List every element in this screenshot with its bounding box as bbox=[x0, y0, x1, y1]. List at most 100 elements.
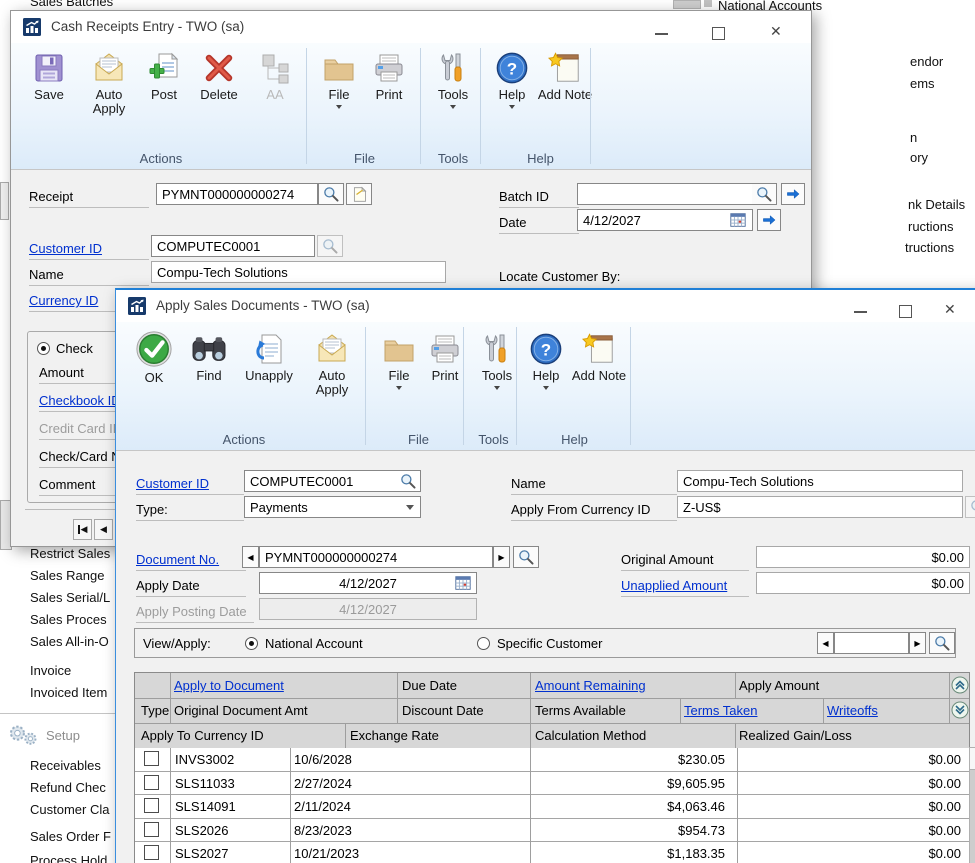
print-button[interactable]: Print bbox=[363, 51, 415, 102]
row-checkbox[interactable] bbox=[144, 845, 159, 860]
bg-setup-4[interactable]: Process Hold bbox=[30, 853, 107, 863]
bg-setup-2[interactable]: Customer Cla bbox=[30, 802, 109, 817]
national-account-radio-row[interactable]: National Account bbox=[245, 636, 363, 651]
batch-lookup-button[interactable] bbox=[752, 183, 777, 205]
bg-setup-3[interactable]: Sales Order F bbox=[30, 829, 111, 844]
help-menu-button[interactable]: Help bbox=[488, 51, 536, 109]
table-row[interactable]: SLS2027 10/21/2023 $1,183.35 $0.00 bbox=[135, 842, 969, 863]
bg-nav-left-6[interactable]: Invoiced Item bbox=[30, 685, 107, 700]
doc-prev-button[interactable]: ◀ bbox=[242, 546, 259, 568]
bg-nav-right-6[interactable]: tructions bbox=[905, 240, 954, 255]
bg-scrollbar-fragment[interactable] bbox=[673, 0, 701, 9]
bg-nav-left-1[interactable]: Sales Range bbox=[30, 568, 104, 583]
bg-nav-right-3[interactable]: ory bbox=[910, 150, 928, 165]
post-button[interactable]: Post bbox=[139, 51, 189, 102]
apply-date-calendar-button[interactable] bbox=[454, 574, 472, 592]
auto-apply-button[interactable]: Auto Apply bbox=[81, 51, 137, 116]
document-no-field[interactable]: PYMNT000000000274 bbox=[259, 546, 493, 568]
auto-apply-button[interactable]: Auto Apply bbox=[304, 332, 360, 397]
apply-customer-id-field[interactable]: COMPUTEC0001 bbox=[244, 470, 396, 492]
apply-to-document-sort-link[interactable]: Apply to Document bbox=[174, 678, 284, 693]
writeoffs-link[interactable]: Writeoffs bbox=[827, 703, 878, 718]
bg-nav-left-0[interactable]: Restrict Sales bbox=[30, 546, 110, 561]
apply-date-field[interactable]: 4/12/2027 bbox=[259, 572, 477, 594]
batch-id-field[interactable] bbox=[577, 183, 753, 205]
customer-filter-field[interactable] bbox=[834, 632, 909, 654]
file-menu-button[interactable]: File bbox=[374, 332, 424, 390]
add-note-button[interactable]: Add Note bbox=[537, 51, 593, 102]
bg-nav-sales-batches[interactable]: Sales Batches bbox=[30, 0, 113, 9]
bg-nav-right-1[interactable]: ems bbox=[910, 76, 935, 91]
amount-remaining-sort-link[interactable]: Amount Remaining bbox=[535, 678, 646, 693]
minimize-button[interactable] bbox=[655, 33, 668, 35]
bg-nav-left-2[interactable]: Sales Serial/L bbox=[30, 590, 110, 605]
unapply-button[interactable]: Unapply bbox=[238, 332, 300, 383]
receipt-field[interactable]: PYMNT000000000274 bbox=[156, 183, 318, 205]
apply-customer-lookup-button[interactable] bbox=[395, 470, 421, 492]
checkbook-id-link[interactable]: Checkbook ID bbox=[39, 393, 121, 408]
receipt-lookup-button[interactable] bbox=[318, 183, 344, 205]
bg-nav-left-4[interactable]: Sales All-in-O bbox=[30, 634, 109, 649]
maximize-button[interactable] bbox=[712, 27, 725, 40]
doc-lookup-button[interactable] bbox=[513, 546, 539, 568]
tools-menu-button[interactable]: Tools bbox=[427, 51, 479, 109]
check-radio[interactable] bbox=[37, 342, 50, 355]
customer-next-button[interactable]: ▶ bbox=[909, 632, 926, 654]
unapplied-amount-link[interactable]: Unapplied Amount bbox=[621, 578, 727, 593]
scroll-up-button[interactable]: ∧ bbox=[970, 748, 975, 770]
apply-title-bar[interactable]: Apply Sales Documents - TWO (sa) ✕ bbox=[116, 290, 975, 322]
save-button[interactable]: Save bbox=[21, 51, 77, 102]
row-checkbox[interactable] bbox=[144, 822, 159, 837]
terms-taken-link[interactable]: Terms Taken bbox=[684, 703, 757, 718]
specific-customer-radio[interactable] bbox=[477, 637, 490, 650]
find-button[interactable]: Find bbox=[184, 334, 234, 383]
bg-nav-right-0[interactable]: endor bbox=[910, 54, 943, 69]
document-no-link[interactable]: Document No. bbox=[136, 552, 219, 567]
minimize-button[interactable] bbox=[854, 311, 867, 313]
currency-id-link[interactable]: Currency ID bbox=[29, 293, 98, 308]
ok-button[interactable]: OK bbox=[128, 330, 180, 385]
add-note-button[interactable]: Add Note bbox=[571, 332, 627, 383]
bg-nav-left-5[interactable]: Invoice bbox=[30, 663, 71, 678]
maximize-button[interactable] bbox=[899, 305, 912, 318]
close-button[interactable]: ✕ bbox=[770, 24, 782, 38]
row-checkbox[interactable] bbox=[144, 775, 159, 790]
table-scrollbar[interactable]: ∧ bbox=[969, 747, 975, 863]
close-button[interactable]: ✕ bbox=[944, 302, 956, 316]
row-checkbox[interactable] bbox=[144, 798, 159, 813]
check-radio-row[interactable]: Check bbox=[37, 341, 93, 356]
customer-filter-lookup-button[interactable] bbox=[929, 632, 955, 654]
record-first-button[interactable]: ◀ bbox=[73, 519, 92, 540]
apply-customer-id-link[interactable]: Customer ID bbox=[136, 476, 209, 491]
batch-goto-button[interactable] bbox=[781, 183, 805, 205]
bg-scrollbar-fragment-2[interactable] bbox=[704, 0, 712, 7]
row-checkbox[interactable] bbox=[144, 751, 159, 766]
customer-prev-button[interactable]: ◀ bbox=[817, 632, 834, 654]
date-calendar-button[interactable] bbox=[729, 211, 747, 229]
date-goto-button[interactable] bbox=[757, 209, 781, 231]
cash-title-bar[interactable]: Cash Receipts Entry - TWO (sa) ✕ bbox=[11, 11, 811, 43]
bg-nav-right-4[interactable]: nk Details bbox=[908, 197, 965, 212]
table-row[interactable]: INVS3002 10/6/2028 $230.05 $0.00 bbox=[135, 748, 969, 772]
national-account-radio[interactable] bbox=[245, 637, 258, 650]
expand-rows-icon[interactable] bbox=[951, 676, 969, 694]
specific-customer-radio-row[interactable]: Specific Customer bbox=[477, 636, 602, 651]
receipt-note-button[interactable] bbox=[346, 183, 372, 205]
customer-id-field[interactable]: COMPUTEC0001 bbox=[151, 235, 315, 257]
help-menu-button[interactable]: Help bbox=[522, 332, 570, 390]
customer-id-link[interactable]: Customer ID bbox=[29, 241, 102, 256]
delete-button[interactable]: Delete bbox=[191, 51, 247, 102]
bg-nav-left-3[interactable]: Sales Proces bbox=[30, 612, 107, 627]
file-menu-button[interactable]: File bbox=[314, 51, 364, 109]
record-prev-button[interactable]: ◀ bbox=[94, 519, 113, 540]
date-field[interactable]: 4/12/2027 bbox=[577, 209, 753, 231]
table-row[interactable]: SLS11033 2/27/2024 $9,605.95 $0.00 bbox=[135, 772, 969, 796]
apply-type-dropdown[interactable]: Payments bbox=[244, 496, 421, 518]
doc-next-button[interactable]: ▶ bbox=[493, 546, 510, 568]
bg-setup-1[interactable]: Refund Chec bbox=[30, 780, 106, 795]
table-row[interactable]: SLS14091 2/11/2024 $4,063.46 $0.00 bbox=[135, 795, 969, 819]
bg-nav-right-5[interactable]: ructions bbox=[908, 219, 954, 234]
bg-nav-right-2[interactable]: n bbox=[910, 130, 917, 145]
collapse-rows-icon[interactable] bbox=[951, 701, 969, 719]
table-row[interactable]: SLS2026 8/23/2023 $954.73 $0.00 bbox=[135, 819, 969, 843]
